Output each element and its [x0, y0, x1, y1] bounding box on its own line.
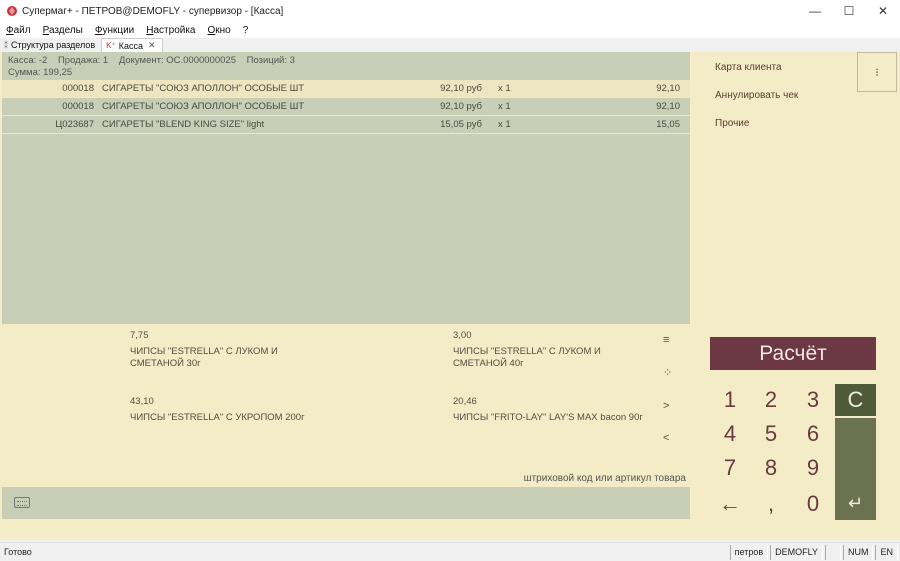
tab-label: Структура разделов: [11, 40, 96, 50]
row-price: 15,05 руб: [440, 119, 482, 130]
quick-item-price: 20,46: [453, 396, 477, 407]
quick-item-price: 43,10: [130, 396, 154, 407]
key-1[interactable]: 1: [710, 384, 750, 416]
document-number: Документ: ОС.0000000025: [118, 55, 236, 66]
row-sum: 92,10: [656, 101, 680, 112]
options-button[interactable]: ⁝: [857, 52, 897, 92]
menu-bar: Файл Разделы Функции Настройка Окно ?: [0, 22, 900, 38]
quick-item-name: ЧИПСЫ "ESTRELLA" С ЛУКОМ И СМЕТАНОЙ 30г: [130, 346, 278, 369]
table-row[interactable]: Ц023687 СИГАРЕТЫ "BLEND KING SIZE" light…: [2, 116, 690, 134]
status-bar: Готово петров DEMOFLY NUM EN: [0, 542, 900, 561]
maximize-button[interactable]: ☐: [832, 0, 866, 22]
quick-item[interactable]: 43,10 ЧИПСЫ "ESTRELLA" С УКРОПОМ 200г: [130, 396, 330, 424]
row-name: СИГАРЕТЫ "СОЮЗ АПОЛЛОН" ОСОБЫЕ ШТ: [102, 101, 305, 112]
key-6[interactable]: 6: [793, 418, 833, 450]
move-icon[interactable]: ⁘: [663, 366, 672, 379]
menu-file[interactable]: Файл: [6, 25, 31, 36]
row-code: 000018: [62, 83, 94, 94]
menu-functions[interactable]: Функции: [95, 25, 134, 36]
keyboard-icon[interactable]: [14, 497, 30, 508]
row-qty: x 1: [498, 119, 511, 130]
quick-item[interactable]: 20,46 ЧИПСЫ "FRITO-LAY" LAY'S MAX bacon …: [453, 396, 653, 424]
row-qty: x 1: [498, 83, 511, 94]
table-row[interactable]: 000018 СИГАРЕТЫ "СОЮЗ АПОЛЛОН" ОСОБЫЕ ШТ…: [2, 80, 690, 98]
row-price: 92,10 руб: [440, 83, 482, 94]
quick-items-panel: 7,75 ЧИПСЫ "ESTRELLA" С ЛУКОМ И СМЕТАНОЙ…: [2, 324, 690, 486]
quick-item[interactable]: 7,75 ЧИПСЫ "ESTRELLA" С ЛУКОМ И СМЕТАНОЙ…: [130, 330, 330, 370]
title-bar: Супермаг+ - ПЕТРОВ@DEMOFLY - супервизор …: [0, 0, 900, 22]
status-text: Готово: [4, 547, 32, 557]
key-3[interactable]: 3: [793, 384, 833, 416]
row-qty: x 1: [498, 101, 511, 112]
menu-settings[interactable]: Настройка: [146, 25, 195, 36]
status-empty: [824, 544, 841, 560]
next-page-icon[interactable]: >: [663, 400, 669, 412]
input-hint: штриховой код или артикул товара: [523, 473, 686, 484]
calculate-button[interactable]: Расчёт: [710, 337, 876, 370]
receipt-total: Сумма: 199,25: [8, 67, 73, 78]
key-4[interactable]: 4: [710, 418, 750, 450]
status-language: EN: [875, 544, 898, 560]
kassa-number: Касса: -2: [8, 55, 48, 66]
receipt-panel: Касса: -2 Продажа: 1 Документ: ОС.000000…: [2, 52, 690, 324]
menu-sections[interactable]: Разделы: [43, 25, 83, 36]
key-8[interactable]: 8: [751, 452, 791, 484]
row-name: СИГАРЕТЫ "СОЮЗ АПОЛЛОН" ОСОБЫЕ ШТ: [102, 83, 305, 94]
positions-count: Позиций: 3: [246, 55, 295, 66]
prev-page-icon[interactable]: <: [663, 432, 669, 444]
barcode-input[interactable]: [2, 487, 690, 519]
status-numlock: NUM: [842, 544, 874, 560]
client-card-link[interactable]: Карта клиента: [715, 62, 782, 73]
row-code: 000018: [62, 101, 94, 112]
tab-label: Касса: [118, 40, 143, 51]
comma-key[interactable]: ,: [751, 488, 791, 520]
clear-key[interactable]: C: [835, 384, 876, 416]
row-sum: 92,10: [656, 83, 680, 94]
window-title: Супермаг+ - ПЕТРОВ@DEMOFLY - супервизор …: [22, 5, 284, 17]
side-panel: Карта клиента Аннулировать чек Прочие ⁝ …: [693, 52, 900, 540]
tab-close-icon[interactable]: ✕: [148, 40, 156, 51]
key-0[interactable]: 0: [793, 488, 833, 520]
receipt-rows: 000018 СИГАРЕТЫ "СОЮЗ АПОЛЛОН" ОСОБЫЕ ШТ…: [2, 80, 690, 134]
quick-item-price: 7,75: [130, 330, 149, 341]
tab-structure[interactable]: ⁑ Структура разделов: [0, 38, 101, 52]
key-9[interactable]: 9: [793, 452, 833, 484]
app-logo-icon: [7, 6, 17, 16]
quick-item-price: 3,00: [453, 330, 472, 341]
minimize-button[interactable]: —: [798, 0, 832, 22]
quick-item[interactable]: 3,00 ЧИПСЫ "ESTRELLA" С ЛУКОМ И СМЕТАНОЙ…: [453, 330, 653, 370]
key-2[interactable]: 2: [751, 384, 791, 416]
kassa-icon: K⁺: [106, 41, 116, 50]
tab-bar: ⁑ Структура разделов K⁺ Касса ✕: [0, 38, 900, 52]
row-sum: 15,05: [656, 119, 680, 130]
close-button[interactable]: ✕: [866, 0, 900, 22]
row-name: СИГАРЕТЫ "BLEND KING SIZE" light: [102, 119, 265, 130]
row-code: Ц023687: [55, 119, 94, 130]
row-price: 92,10 руб: [440, 101, 482, 112]
menu-icon[interactable]: ≡: [663, 334, 669, 346]
quick-item-name: ЧИПСЫ "ESTRELLA" С УКРОПОМ 200г: [130, 412, 305, 423]
quick-item-name: ЧИПСЫ "FRITO-LAY" LAY'S MAX bacon 90г: [453, 412, 643, 423]
tree-icon: ⁑: [4, 40, 8, 50]
key-7[interactable]: 7: [710, 452, 750, 484]
status-user: петров: [729, 544, 769, 560]
tab-kassa[interactable]: K⁺ Касса ✕: [101, 38, 163, 52]
table-row[interactable]: 000018 СИГАРЕТЫ "СОЮЗ АПОЛЛОН" ОСОБЫЕ ШТ…: [2, 98, 690, 116]
menu-window[interactable]: Окно: [208, 25, 231, 36]
receipt-summary: Касса: -2 Продажа: 1 Документ: ОС.000000…: [2, 52, 690, 82]
backspace-key[interactable]: ←: [710, 488, 750, 520]
status-database: DEMOFLY: [770, 544, 823, 560]
menu-help[interactable]: ?: [243, 25, 249, 36]
key-5[interactable]: 5: [751, 418, 791, 450]
sale-number: Продажа: 1: [57, 55, 109, 66]
main-area: Касса: -2 Продажа: 1 Документ: ОС.000000…: [0, 52, 900, 540]
enter-key[interactable]: ↵: [835, 418, 876, 520]
quick-item-name: ЧИПСЫ "ESTRELLA" С ЛУКОМ И СМЕТАНОЙ 40г: [453, 346, 601, 369]
other-link[interactable]: Прочие: [715, 118, 749, 129]
cancel-check-link[interactable]: Аннулировать чек: [715, 90, 798, 101]
